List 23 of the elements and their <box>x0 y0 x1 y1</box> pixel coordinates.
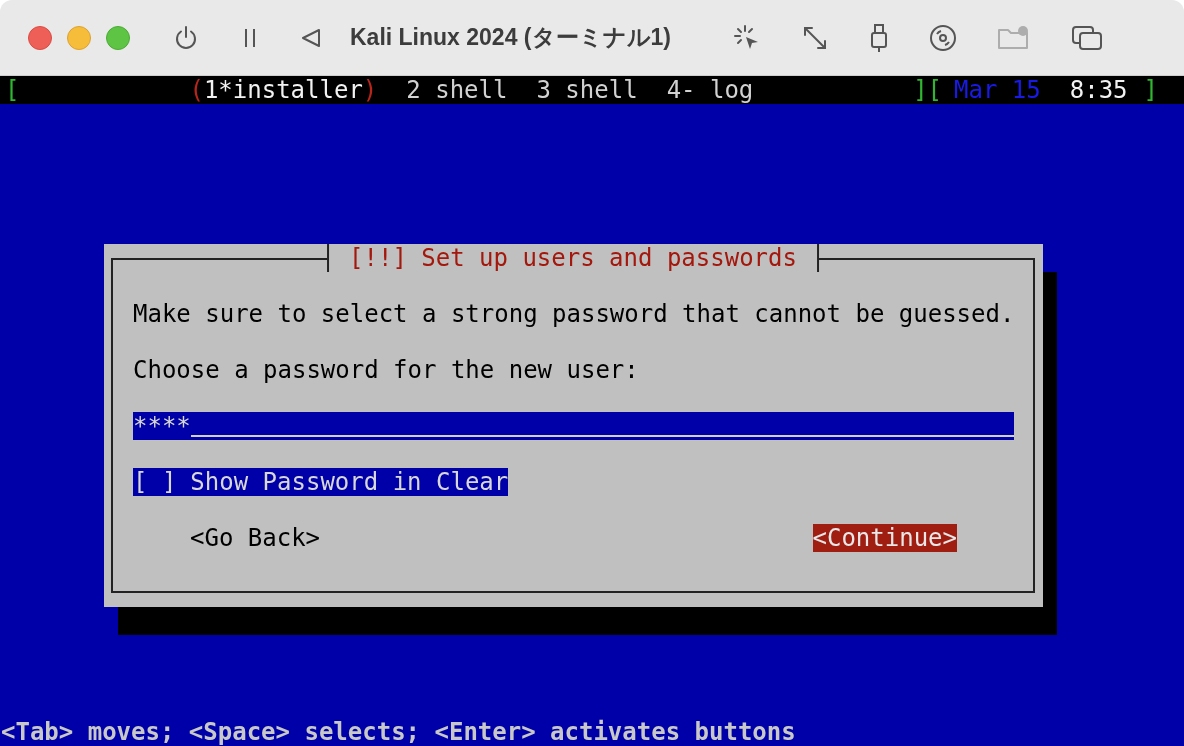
window-tab[interactable]: 3 shell <box>536 76 638 104</box>
windows-icon[interactable] <box>1070 23 1103 52</box>
bracket: ] <box>1143 76 1158 104</box>
continue-button[interactable]: <Continue> <box>812 524 957 552</box>
help-text: <Tab> moves; <Space> selects; <Enter> activates buttons <box>0 718 797 746</box>
window-tab[interactable]: (1*installer) <box>189 76 378 104</box>
dialog-title: [!!] Set up users and passwords <box>327 244 819 272</box>
clock: 8:35 <box>1069 76 1128 104</box>
disc-icon[interactable] <box>928 23 957 52</box>
back-button[interactable]: <Go Back> <box>190 524 321 552</box>
password-field[interactable]: **** <box>133 412 1014 440</box>
bracket: ][ <box>913 76 943 104</box>
bracket: [ <box>5 76 20 104</box>
window-title: Kali Linux 2024 (ターミナル1) <box>350 23 671 52</box>
date: Mar 15 <box>954 76 1041 104</box>
window-tab[interactable]: 4- log <box>666 76 754 104</box>
window-tab[interactable]: 2 shell <box>406 76 508 104</box>
message-text: Make sure to select a strong password that cannot be guessed. <box>133 300 1015 328</box>
close-button[interactable] <box>28 25 52 50</box>
usb-icon[interactable] <box>868 22 889 53</box>
back-icon[interactable] <box>300 26 322 49</box>
prompt-text: Choose a password for the new user: <box>133 356 639 384</box>
show-password-checkbox[interactable]: [ ] Show Password in Clear <box>133 468 509 496</box>
